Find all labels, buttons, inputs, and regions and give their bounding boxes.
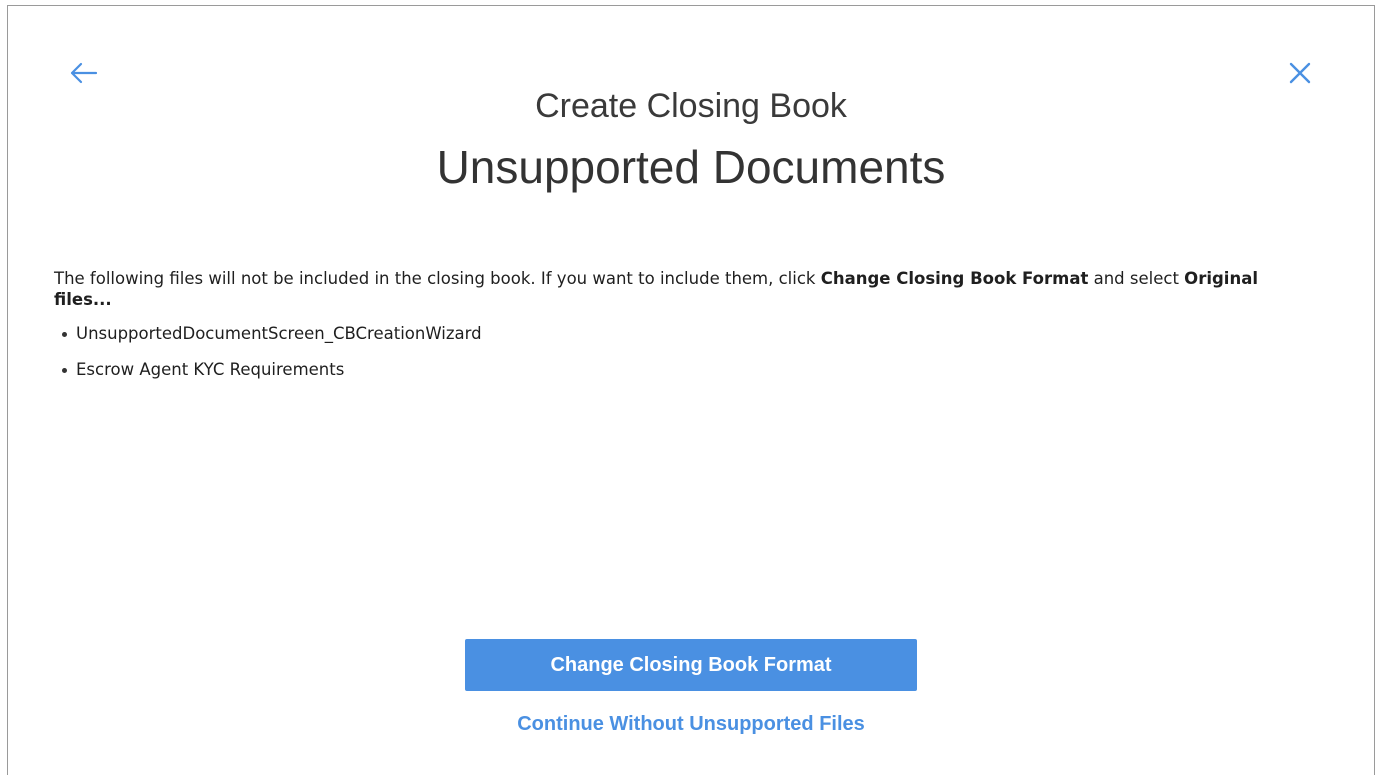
dialog-title: Unsupported Documents	[436, 141, 946, 193]
arrow-left-icon	[70, 62, 98, 84]
intro-text-1: The following files will not be included…	[54, 269, 821, 288]
dialog-subtitle: Create Closing Book	[535, 87, 847, 125]
intro-message: The following files will not be included…	[54, 268, 1320, 310]
list-item: UnsupportedDocumentScreen_CBCreationWiza…	[62, 323, 1320, 344]
list-item: Escrow Agent KYC Requirements	[62, 359, 1320, 380]
intro-text-2: and select	[1088, 269, 1185, 288]
close-icon	[1289, 62, 1311, 84]
dialog-content: The following files will not be included…	[54, 268, 1320, 395]
continue-without-unsupported-files-link[interactable]: Continue Without Unsupported Files	[465, 709, 917, 739]
change-closing-book-format-button[interactable]: Change Closing Book Format	[465, 639, 917, 691]
create-closing-book-dialog: Create Closing Book Unsupported Document…	[7, 5, 1375, 775]
dialog-header: Create Closing Book Unsupported Document…	[8, 84, 1374, 195]
unsupported-file-list: UnsupportedDocumentScreen_CBCreationWiza…	[54, 323, 1320, 380]
intro-bold-change-format: Change Closing Book Format	[820, 269, 1089, 288]
